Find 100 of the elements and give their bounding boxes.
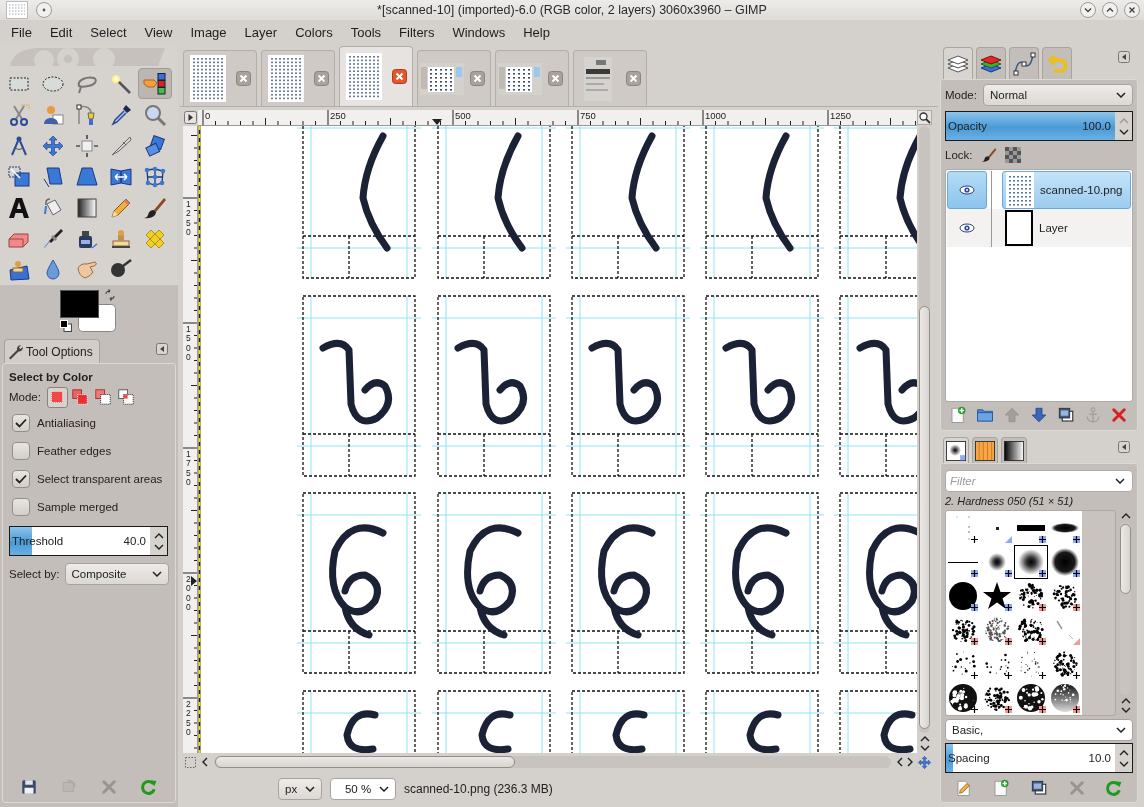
opacity-slider[interactable]: Opacity 100.0: [945, 111, 1133, 141]
close-icon[interactable]: [626, 71, 641, 86]
menu-item[interactable]: Image: [181, 22, 236, 42]
default-colors-icon[interactable]: [60, 320, 72, 332]
unit-dropdown[interactable]: px: [278, 778, 322, 800]
scrollbar-thumb[interactable]: [215, 756, 515, 768]
color-swatches-icon[interactable]: [60, 290, 116, 332]
brush-tile[interactable]: [946, 681, 980, 715]
close-icon[interactable]: [1124, 2, 1140, 18]
duplicate-icon[interactable]: [1030, 779, 1048, 797]
checkbox-label[interactable]: Feather edges: [37, 445, 112, 457]
close-icon[interactable]: [470, 71, 485, 86]
close-icon[interactable]: [548, 71, 563, 86]
image-tab[interactable]: [339, 46, 413, 106]
menu-item[interactable]: Windows: [443, 22, 515, 42]
dock-tab[interactable]: [972, 437, 998, 463]
brush-tile[interactable]: [1014, 681, 1048, 715]
new-document-icon[interactable]: [949, 406, 968, 424]
chevron-up-icon[interactable]: [919, 736, 930, 742]
dock-tab[interactable]: [943, 437, 969, 463]
checkbox-label[interactable]: Antialiasing: [37, 417, 96, 429]
brush-tile[interactable]: [1048, 545, 1082, 579]
splatter-brush-icon: [1050, 649, 1080, 679]
chevron-left-icon[interactable]: [897, 757, 903, 767]
menu-item[interactable]: Filters: [390, 22, 444, 42]
checkbox[interactable]: [12, 442, 30, 460]
checkbox[interactable]: [12, 414, 30, 432]
eye-icon[interactable]: [959, 185, 975, 195]
image-tab[interactable]: [573, 50, 647, 106]
menu-item[interactable]: Help: [514, 22, 559, 42]
menu-item[interactable]: Colors: [286, 22, 342, 42]
chevron-left-icon[interactable]: [202, 757, 208, 767]
chevron-up-icon[interactable]: [1120, 513, 1131, 519]
image-tab[interactable]: [417, 50, 491, 106]
checkbox[interactable]: [12, 498, 30, 516]
chevron-down-icon[interactable]: [1118, 128, 1129, 135]
chevron-right-icon[interactable]: [907, 757, 913, 767]
brush-tile[interactable]: [1048, 681, 1082, 715]
chevron-down-icon[interactable]: [1115, 478, 1125, 484]
chevron-down-icon[interactable]: [919, 745, 930, 751]
image-tab[interactable]: [495, 50, 569, 106]
minimize-icon[interactable]: [1080, 2, 1096, 18]
mode-button[interactable]: [115, 386, 137, 408]
duplicate-icon[interactable]: [1056, 406, 1075, 424]
checkbox[interactable]: [12, 470, 30, 488]
zoom-dropdown[interactable]: 50 %: [330, 778, 396, 800]
horizontal-scrollbar[interactable]: [214, 756, 891, 768]
tag-dropdown[interactable]: Basic,: [945, 719, 1133, 741]
chevron-up-icon[interactable]: [1120, 698, 1131, 704]
close-icon[interactable]: [236, 71, 251, 86]
dock-tab[interactable]: [1001, 437, 1027, 463]
brush-tile[interactable]: [946, 579, 980, 613]
zoom-icon[interactable]: [917, 110, 932, 125]
menu-item[interactable]: Layer: [235, 22, 287, 42]
vertical-scrollbar[interactable]: [917, 126, 932, 753]
close-icon[interactable]: [314, 71, 329, 86]
checkbox-label[interactable]: Sample merged: [37, 501, 119, 513]
menu-item[interactable]: Tools: [341, 22, 391, 42]
brush-tile[interactable]: [1014, 545, 1048, 579]
edit-icon[interactable]: [954, 779, 973, 797]
mode-button[interactable]: [92, 386, 114, 408]
filter-field[interactable]: Filter: [945, 470, 1133, 492]
checkerboard-icon[interactable]: [1004, 147, 1021, 163]
tool-options-tab[interactable]: Tool Options: [4, 339, 100, 363]
menu-item[interactable]: Select: [81, 22, 136, 42]
paintbrush-icon[interactable]: [980, 147, 997, 163]
chevron-down-icon[interactable]: [1118, 760, 1129, 767]
select-by-dropdown[interactable]: Composite: [64, 563, 169, 585]
mode-button[interactable]: [69, 386, 91, 408]
close-icon[interactable]: [392, 69, 407, 84]
swap-arrows-icon[interactable]: [104, 289, 116, 301]
document-thumbnail-icon[interactable]: [6, 1, 28, 19]
checkbox-label[interactable]: Select transparent areas: [37, 473, 163, 485]
chevron-up-icon[interactable]: [153, 532, 164, 539]
tool-button[interactable]: [138, 68, 172, 99]
chevron-down-icon[interactable]: [1120, 707, 1131, 713]
mode-button[interactable]: [46, 386, 68, 408]
layer-row[interactable]: scanned-10.png: [947, 171, 1131, 209]
down-arrow-icon[interactable]: [1029, 406, 1048, 424]
menu-item[interactable]: Edit: [40, 22, 82, 42]
image-tab[interactable]: [261, 50, 335, 106]
plus-badge-icon: [971, 672, 978, 679]
scrollbar-thumb[interactable]: [1120, 524, 1131, 594]
mode-dropdown[interactable]: Normal: [982, 84, 1133, 106]
menu-item[interactable]: View: [135, 22, 182, 42]
layer-row[interactable]: Layer: [947, 209, 1131, 247]
chevron-down-icon[interactable]: [153, 543, 164, 550]
spin-buttons[interactable]: [1115, 744, 1132, 772]
image-tab[interactable]: [183, 50, 257, 106]
quick-mask-icon[interactable]: [183, 754, 198, 770]
new-document-icon[interactable]: [992, 779, 1011, 797]
folder-icon[interactable]: [976, 406, 995, 424]
menu-item[interactable]: File: [2, 22, 41, 42]
soft-brush-icon: [946, 440, 966, 461]
eye-icon[interactable]: [959, 223, 975, 233]
spin-buttons[interactable]: [150, 527, 167, 555]
delete-icon[interactable]: [1110, 406, 1129, 424]
scrollbar-thumb[interactable]: [919, 306, 930, 729]
maximize-icon[interactable]: [1102, 2, 1118, 18]
chevron-up-icon[interactable]: [1118, 749, 1129, 756]
